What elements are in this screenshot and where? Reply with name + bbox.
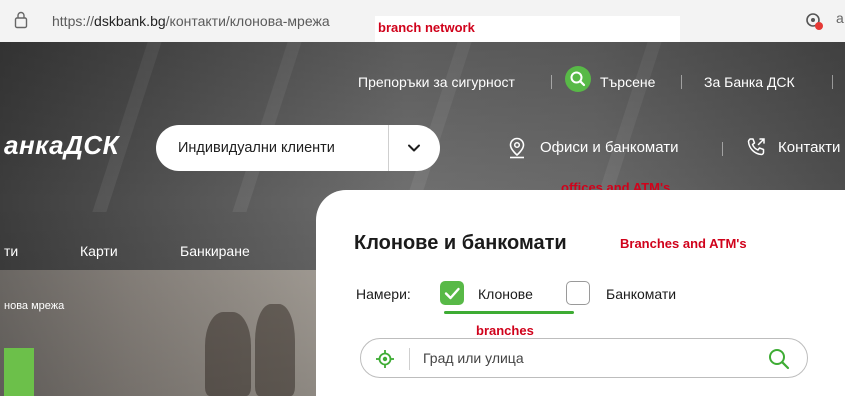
branches-label[interactable]: Клонове <box>478 286 533 302</box>
panel-title: Клонове и банкомати <box>354 232 567 254</box>
branches-atms-panel: Клонове и банкомати Branches and ATM's Н… <box>316 190 845 396</box>
phone-icon[interactable] <box>745 136 767 158</box>
search-link[interactable]: Търсене <box>600 74 655 90</box>
active-tab-underline <box>444 311 574 314</box>
location-pin-icon[interactable] <box>508 137 526 159</box>
security-tips-link[interactable]: Препоръки за сигурност <box>358 74 515 90</box>
breadcrumb[interactable]: нова мрежа <box>4 300 64 312</box>
url-text[interactable]: https://dskbank.bg/контакти/клонова-мреж… <box>52 13 330 29</box>
annotation-branches-atms: Branches and ATM's <box>620 236 747 251</box>
customer-segment-dropdown[interactable]: Индивидуални клиенти <box>156 125 440 171</box>
atms-checkbox[interactable] <box>566 281 590 305</box>
url-host: dskbank.bg <box>94 13 166 29</box>
divider <box>681 75 682 89</box>
check-icon <box>444 287 460 300</box>
divider <box>832 75 833 89</box>
segment-label: Индивидуални клиенти <box>178 140 335 156</box>
url-path: /контакти/клонова-мрежа <box>165 13 330 29</box>
about-bank-link[interactable]: За Банка ДСК <box>704 74 795 90</box>
search-icon <box>570 71 586 87</box>
main-nav-item-cards[interactable]: Карти <box>80 243 118 259</box>
chevron-down-icon[interactable] <box>406 140 422 156</box>
find-label: Намери: <box>356 286 411 302</box>
annotation-branch-network: branch network <box>378 20 475 35</box>
search-button[interactable] <box>565 66 591 92</box>
location-badge-icon[interactable] <box>804 11 824 31</box>
divider <box>551 75 552 89</box>
branches-checkbox[interactable] <box>440 281 464 305</box>
location-search-box[interactable] <box>360 338 808 378</box>
offices-atms-link[interactable]: Офиси и банкомати <box>540 139 679 156</box>
city-street-input[interactable] <box>423 339 743 377</box>
atms-label[interactable]: Банкомати <box>606 286 676 302</box>
main-nav-item-banking[interactable]: Банкиране <box>180 243 250 259</box>
contacts-link[interactable]: Контакти <box>778 139 840 156</box>
dsk-logo[interactable]: анкаДСК <box>4 130 119 161</box>
url-prefix: https:// <box>52 13 95 29</box>
main-nav-item[interactable]: ти <box>4 243 18 259</box>
search-icon[interactable] <box>767 347 791 371</box>
divider <box>722 142 723 156</box>
toolbar-overflow-glyph[interactable]: a <box>836 10 844 26</box>
green-accent-block <box>4 348 34 396</box>
locate-crosshair-icon[interactable] <box>375 349 395 369</box>
lock-icon[interactable] <box>14 11 28 29</box>
segment-divider <box>388 125 389 171</box>
annotation-branches: branches <box>476 323 534 338</box>
search-divider <box>409 348 410 370</box>
